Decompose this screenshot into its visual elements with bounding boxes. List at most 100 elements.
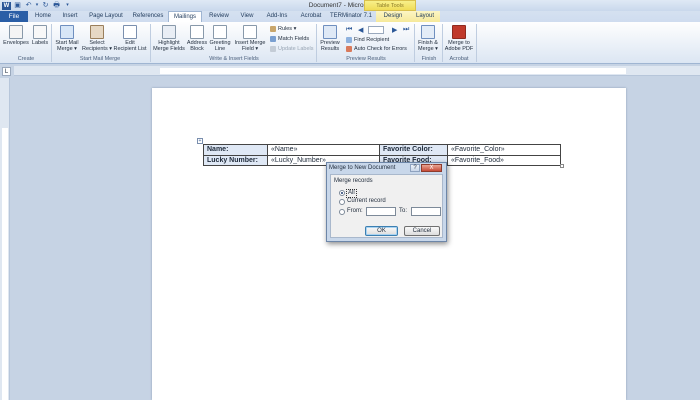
radio-current-label: Current record <box>347 198 386 204</box>
group-separator <box>150 24 151 62</box>
auto-check-label: Auto Check for Errors <box>354 46 407 52</box>
tab-acrobat[interactable]: Acrobat <box>294 11 328 22</box>
merge-field-favorite-food[interactable]: «Favorite_Food» <box>447 154 561 166</box>
rules-icon <box>270 26 276 32</box>
greeting-line-icon <box>213 25 227 39</box>
envelopes-button[interactable]: Envelopes <box>3 25 29 46</box>
match-fields-button[interactable]: Match Fields <box>270 36 309 42</box>
merge-field-favorite-color[interactable]: «Favorite_Color» <box>447 144 561 156</box>
update-labels-icon <box>270 46 276 52</box>
table-cell-label: Lucky Number: <box>203 154 268 166</box>
tab-file[interactable]: File <box>0 11 28 22</box>
update-labels-label: Update Labels <box>278 46 314 52</box>
merge-to-adobe-pdf-button[interactable]: Merge to Adobe PDF <box>443 25 475 52</box>
radio-from-label: From: <box>347 208 363 214</box>
record-number-field[interactable] <box>368 26 384 34</box>
merge-field-name[interactable]: «Name» <box>267 144 380 156</box>
finish-merge-button[interactable]: Finish & Merge ▾ <box>416 25 440 52</box>
auto-check-icon <box>346 46 352 52</box>
finish-line2: Merge ▾ <box>418 46 438 52</box>
address-line2: Block <box>190 46 204 52</box>
update-labels-button[interactable]: Update Labels <box>270 46 313 52</box>
tab-design[interactable]: Design <box>376 11 410 22</box>
rules-label: Rules ▾ <box>278 26 297 32</box>
find-recipient-icon <box>346 37 352 43</box>
last-record-icon[interactable]: ⏭ <box>403 26 409 34</box>
envelope-icon <box>9 25 23 39</box>
group-label-create: Create <box>17 56 35 62</box>
greeting-line2: Line <box>214 46 226 52</box>
table-cell-label: Name: <box>203 144 268 156</box>
find-recipient-label: Find Recipient <box>354 37 390 43</box>
labels-label: Labels <box>31 40 49 46</box>
table-resize-handle[interactable] <box>560 164 564 168</box>
document-page[interactable] <box>152 88 626 400</box>
start-mail-merge-line2: Merge ▾ <box>57 46 77 52</box>
select-recipients-button[interactable]: Select Recipients ▾ <box>82 25 112 52</box>
rules-button[interactable]: Rules ▾ <box>270 26 296 32</box>
from-field[interactable] <box>366 207 396 216</box>
document-title: Document7 - Microsoft Word <box>308 2 392 9</box>
to-label: To: <box>399 208 408 214</box>
address-block-icon <box>190 25 204 39</box>
insert-field-line2: Field ▾ <box>241 46 259 52</box>
edit-recipient-line2: Recipient List <box>113 46 147 52</box>
insert-merge-field-button[interactable]: Insert Merge Field ▾ <box>232 25 268 52</box>
group-separator <box>316 24 317 62</box>
radio-current-record[interactable] <box>339 199 345 205</box>
tab-home[interactable]: Home <box>30 11 56 22</box>
group-label-acrobat: Acrobat <box>449 56 469 62</box>
first-record-icon[interactable]: ⏮ <box>346 26 352 34</box>
group-label-finish: Finish <box>421 56 437 62</box>
tab-layout[interactable]: Layout <box>410 11 440 22</box>
tab-insert[interactable]: Insert <box>56 11 84 22</box>
tab-view[interactable]: View <box>234 11 260 22</box>
match-fields-label: Match Fields <box>278 36 310 42</box>
auto-check-errors-button[interactable]: Auto Check for Errors <box>346 46 407 52</box>
labels-button[interactable]: Labels <box>29 25 51 46</box>
next-record-icon[interactable]: ▶ <box>392 26 397 34</box>
tab-selector[interactable]: L <box>2 67 11 76</box>
match-fields-icon <box>270 36 276 42</box>
to-field[interactable] <box>411 207 441 216</box>
select-recipients-icon <box>90 25 104 39</box>
ok-button[interactable]: OK <box>365 226 398 236</box>
preview-results-button[interactable]: Preview Results <box>318 25 342 52</box>
tab-review[interactable]: Review <box>204 11 234 22</box>
radio-all[interactable] <box>339 190 345 196</box>
greeting-line-button[interactable]: Greeting Line <box>208 25 232 52</box>
ruler-text-area <box>160 68 626 74</box>
radio-all-label: All <box>346 189 357 198</box>
highlight-merge-fields-button[interactable]: Highlight Merge Fields <box>152 25 186 52</box>
table-tools-context-label: Table Tools <box>364 0 416 11</box>
edit-recipient-list-button[interactable]: Edit Recipient List <box>112 25 148 52</box>
group-label-write-insert: Write & Insert Fields <box>209 56 259 62</box>
tab-page-layout[interactable]: Page Layout <box>84 11 128 22</box>
table-cell-label: Favorite Color: <box>379 144 448 156</box>
merge-records-group-label: Merge records <box>334 178 373 184</box>
preview-results-icon <box>323 25 337 39</box>
envelopes-label: Envelopes <box>3 40 29 46</box>
cancel-button[interactable]: Cancel <box>404 226 440 236</box>
highlight-line2: Merge Fields <box>153 46 185 52</box>
adobe-line2: Adobe PDF <box>444 46 474 52</box>
find-recipient-button[interactable]: Find Recipient <box>346 37 389 43</box>
radio-from[interactable] <box>339 209 345 215</box>
labels-icon <box>33 25 47 39</box>
tab-add-ins[interactable]: Add-Ins <box>260 11 294 22</box>
insert-merge-field-icon <box>243 25 257 39</box>
table-row: Name: «Name» Favorite Color: «Favorite_C… <box>203 144 561 156</box>
previous-record-icon[interactable]: ◀ <box>358 26 363 34</box>
tab-terminator[interactable]: TERMinator 7.1 <box>328 11 374 22</box>
finish-merge-icon <box>421 25 435 39</box>
group-label-start-mail-merge: Start Mail Merge <box>79 56 121 62</box>
start-mail-merge-icon <box>60 25 74 39</box>
help-button[interactable]: ? <box>410 164 420 172</box>
address-block-button[interactable]: Address Block <box>186 25 208 52</box>
tab-references[interactable]: References <box>128 11 168 22</box>
edit-recipient-list-icon <box>123 25 137 39</box>
dialog-title: Merge to New Document <box>329 165 396 171</box>
close-button[interactable]: X <box>421 164 442 172</box>
preview-line2: Results <box>320 46 340 52</box>
start-mail-merge-button[interactable]: Start Mail Merge ▾ <box>52 25 82 52</box>
